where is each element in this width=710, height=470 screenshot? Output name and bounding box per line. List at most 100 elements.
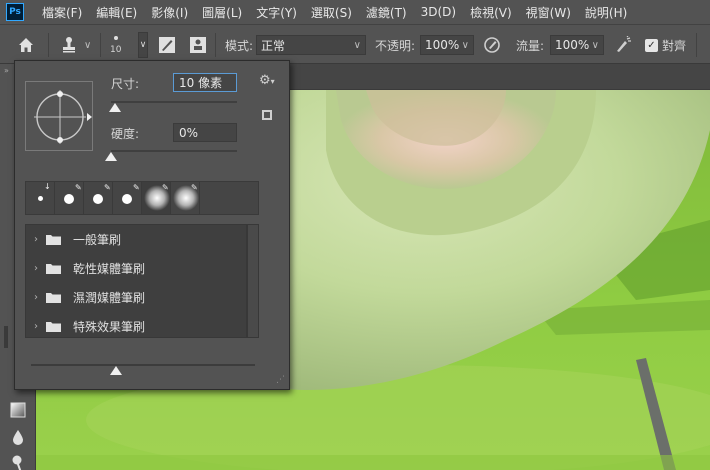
menu-edit[interactable]: 編輯(E) bbox=[96, 4, 137, 21]
chevron-right-icon[interactable]: › bbox=[34, 321, 44, 332]
mode-select[interactable]: 正常 ∨ bbox=[256, 25, 366, 65]
recent-brushes-strip: ↓ ✎ ✎ ✎ ✎ ✎ bbox=[25, 181, 259, 215]
menu-image[interactable]: 影像(I) bbox=[151, 4, 188, 21]
aligned-label: 對齊 bbox=[662, 38, 687, 53]
hardness-slider-thumb[interactable] bbox=[105, 152, 117, 161]
chevron-down-icon: ∨ bbox=[591, 39, 599, 51]
menu-layer[interactable]: 圖層(L) bbox=[202, 4, 242, 21]
mode-label: 模式: bbox=[225, 38, 254, 53]
preset-small-hard[interactable]: ↓ bbox=[26, 182, 55, 214]
dodge-icon bbox=[12, 455, 22, 470]
size-slider-thumb[interactable] bbox=[108, 103, 121, 112]
brush-tip-icon bbox=[113, 35, 118, 40]
preset-hard-2[interactable]: ✎ bbox=[84, 182, 113, 214]
checkbox-icon: ✓ bbox=[645, 38, 658, 52]
preset-soft-selected[interactable]: ✎ bbox=[142, 182, 171, 214]
chevron-down-icon: ∨ bbox=[353, 39, 361, 51]
preset-soft[interactable]: ✎ bbox=[171, 182, 200, 214]
gradient-tool[interactable] bbox=[9, 401, 27, 419]
blur-tool[interactable] bbox=[9, 428, 27, 446]
hardness-label: 硬度: bbox=[111, 127, 140, 141]
pressure-opacity-button[interactable] bbox=[483, 25, 501, 65]
airbrush-button[interactable] bbox=[614, 25, 632, 65]
brush-tip-icon bbox=[93, 194, 103, 204]
options-bar: ∨ 10 ∨ 模式: 正常 ∨ 不透明: 100% ∨ 流量: 100% ∨ ✓… bbox=[0, 24, 710, 64]
tool-preset-picker[interactable]: ∨ bbox=[60, 25, 91, 65]
mode-value: 正常 bbox=[261, 38, 286, 53]
dodge-tool[interactable] bbox=[9, 454, 27, 470]
preview-size-slider-track[interactable] bbox=[31, 364, 255, 366]
brush-preset-popup: 尺寸: 10 像素 硬度: 0% ⚙▾ ↓ ✎ ✎ ✎ ✎ ✎ › 一般筆刷 ›… bbox=[14, 60, 290, 390]
chevron-down-icon: ∨ bbox=[84, 39, 92, 51]
pen-badge-icon: ✎ bbox=[162, 183, 169, 192]
chevron-right-icon[interactable]: › bbox=[34, 234, 44, 245]
preview-size-slider-thumb[interactable] bbox=[110, 366, 123, 375]
flow-label: 流量: bbox=[516, 38, 545, 53]
pen-badge-icon: ✎ bbox=[75, 183, 82, 192]
folder-general-brushes[interactable]: › 一般筆刷 bbox=[26, 225, 246, 253]
opacity-value: 100% bbox=[425, 38, 460, 52]
preset-hard-1[interactable]: ✎ bbox=[55, 182, 84, 214]
brush-settings-panel-button[interactable] bbox=[158, 25, 176, 65]
hardness-input[interactable]: 0% bbox=[173, 123, 237, 142]
clone-source-panel-button[interactable] bbox=[189, 25, 207, 65]
folder-icon bbox=[46, 321, 61, 332]
panel-grip-icon[interactable]: » bbox=[4, 66, 9, 75]
gradient-icon bbox=[10, 402, 26, 418]
pen-badge-icon: ✎ bbox=[104, 183, 111, 192]
pen-badge-icon: ✎ bbox=[133, 183, 140, 192]
opacity-input[interactable]: 100% ∨ bbox=[420, 25, 474, 65]
preset-hard-3[interactable]: ✎ bbox=[113, 182, 142, 214]
size-slider-track[interactable] bbox=[111, 101, 237, 103]
folder-icon bbox=[46, 292, 61, 303]
menu-help[interactable]: 說明(H) bbox=[585, 4, 627, 21]
home-icon bbox=[19, 38, 33, 52]
menu-3d[interactable]: 3D(D) bbox=[421, 5, 456, 19]
folder-name: 乾性媒體筆刷 bbox=[73, 261, 146, 276]
brush-list-scrollbar[interactable] bbox=[247, 224, 259, 338]
menu-select[interactable]: 選取(S) bbox=[311, 4, 352, 21]
folder-dry-media-brushes[interactable]: › 乾性媒體筆刷 bbox=[26, 254, 246, 282]
airbrush-icon bbox=[617, 36, 631, 52]
folder-name: 濕潤媒體筆刷 bbox=[73, 290, 146, 305]
folder-wet-media-brushes[interactable]: › 濕潤媒體筆刷 bbox=[26, 283, 246, 311]
app-logo[interactable]: Ps bbox=[6, 3, 24, 21]
brush-angle-icon bbox=[34, 90, 92, 144]
flow-value: 100% bbox=[555, 38, 590, 52]
brush-folder-list: › 一般筆刷 › 乾性媒體筆刷 › 濕潤媒體筆刷 › 特殊效果筆刷 bbox=[25, 224, 247, 338]
resize-grip-icon[interactable]: ⋰ bbox=[276, 375, 285, 385]
brush-picker-dropdown[interactable]: ∨ bbox=[138, 25, 148, 65]
opacity-label: 不透明: bbox=[375, 38, 416, 53]
pressure-pen-icon bbox=[484, 37, 500, 53]
aligned-checkbox[interactable]: ✓ 對齊 bbox=[645, 25, 686, 65]
chevron-down-icon: ∨ bbox=[138, 32, 148, 58]
chevron-right-icon[interactable]: › bbox=[34, 292, 44, 303]
clone-source-icon bbox=[190, 37, 206, 53]
brush-panel-icon bbox=[159, 37, 175, 53]
menu-view[interactable]: 檢視(V) bbox=[470, 4, 512, 21]
clone-stamp-icon bbox=[63, 37, 75, 53]
pen-badge-icon: ✎ bbox=[191, 183, 198, 192]
menu-file[interactable]: 檔案(F) bbox=[42, 4, 82, 21]
brush-tip-icon bbox=[38, 196, 43, 201]
menu-window[interactable]: 視窗(W) bbox=[526, 4, 571, 21]
menu-bar: Ps 檔案(F) 編輯(E) 影像(I) 圖層(L) 文字(Y) 選取(S) 濾… bbox=[0, 0, 710, 24]
blur-drop-icon bbox=[13, 430, 23, 445]
home-button[interactable] bbox=[18, 25, 34, 65]
brush-tip-icon bbox=[64, 194, 74, 204]
flow-input[interactable]: 100% ∨ bbox=[550, 25, 604, 65]
menu-filter[interactable]: 濾鏡(T) bbox=[366, 4, 407, 21]
chevron-right-icon[interactable]: › bbox=[34, 263, 44, 274]
menu-type[interactable]: 文字(Y) bbox=[256, 4, 297, 21]
brush-angle-roundness-widget[interactable] bbox=[25, 81, 93, 151]
download-badge-icon: ↓ bbox=[44, 182, 51, 191]
new-preset-icon[interactable] bbox=[261, 109, 273, 125]
folder-name: 特殊效果筆刷 bbox=[73, 319, 146, 334]
folder-special-effects-brushes[interactable]: › 特殊效果筆刷 bbox=[26, 312, 246, 340]
gear-icon[interactable]: ⚙▾ bbox=[259, 73, 275, 88]
hardness-slider-track[interactable] bbox=[111, 150, 237, 152]
chevron-down-icon: ∨ bbox=[461, 39, 469, 51]
folder-icon bbox=[46, 263, 61, 274]
brush-preset-picker[interactable]: 10 bbox=[110, 25, 121, 65]
size-input[interactable]: 10 像素 bbox=[173, 73, 237, 92]
